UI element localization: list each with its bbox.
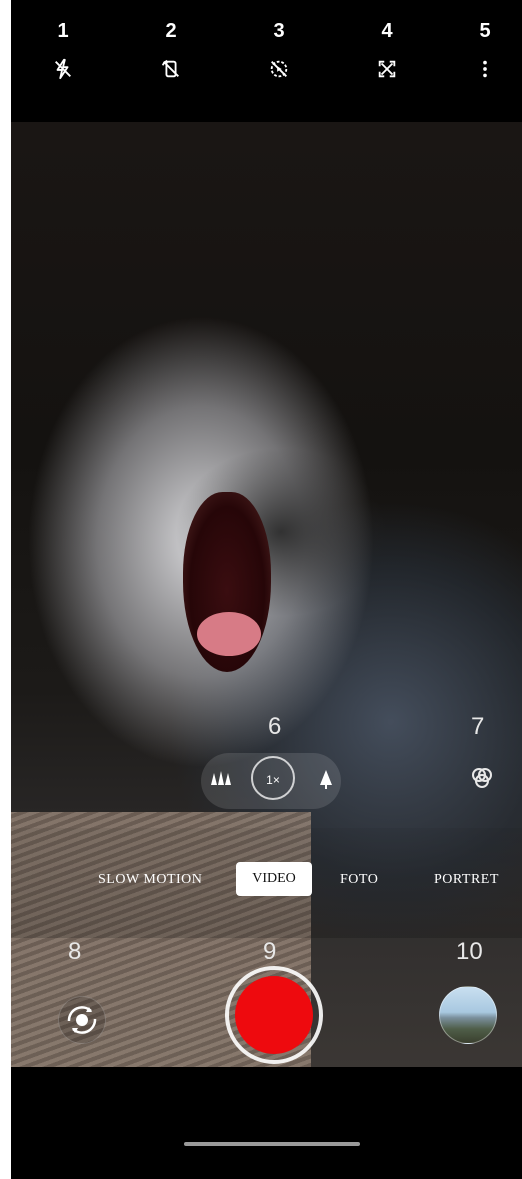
aspect-ratio-icon [378,60,396,78]
hint-number: 2 [165,20,177,42]
zoom-1x-button[interactable]: 1× [251,756,295,800]
gallery-thumbnail[interactable] [439,986,497,1044]
hint-number: 6 [268,713,282,740]
hint-number: 7 [471,713,485,740]
filter-icon[interactable] [467,766,497,796]
more-options-icon [483,60,487,78]
hint-number: 8 [68,938,82,965]
hint-number: 1 [57,20,69,42]
flash-off-icon [55,58,71,80]
cat-tongue [197,612,261,656]
auto-rotate-toggle[interactable]: 2 [141,20,201,80]
mode-foto[interactable]: FOTO [340,872,378,888]
motion-photo-toggle[interactable]: 3 [249,20,309,80]
switch-camera-icon [67,1006,97,1034]
switch-camera-button[interactable] [58,996,106,1044]
mode-portret[interactable]: PORTRET [434,872,499,888]
ultra-wide-trees-icon[interactable] [206,766,236,794]
camera-app: 1 2 3 4 5 6 1× 7 SLOW MOTION VIDEO FOTO … [11,0,522,1179]
rotate-off-icon [161,59,179,78]
hint-number: 9 [263,938,277,965]
aspect-ratio-button[interactable]: 4 [357,20,417,80]
telephoto-tree-icon[interactable] [311,766,341,794]
record-button[interactable] [235,976,313,1054]
mode-slow-motion[interactable]: SLOW MOTION [98,872,202,888]
flash-toggle[interactable]: 1 [33,20,93,80]
home-indicator[interactable] [184,1142,360,1146]
navigation-bar [11,1067,522,1179]
motion-photo-off-icon [270,60,288,78]
hint-number: 10 [456,938,483,965]
hint-number: 5 [479,20,491,42]
hint-number: 3 [273,20,285,42]
top-toolbar: 1 2 3 4 5 [11,0,522,122]
hint-number: 4 [381,20,393,42]
more-options-button[interactable]: 5 [455,20,515,80]
mode-video[interactable]: VIDEO [236,862,312,896]
